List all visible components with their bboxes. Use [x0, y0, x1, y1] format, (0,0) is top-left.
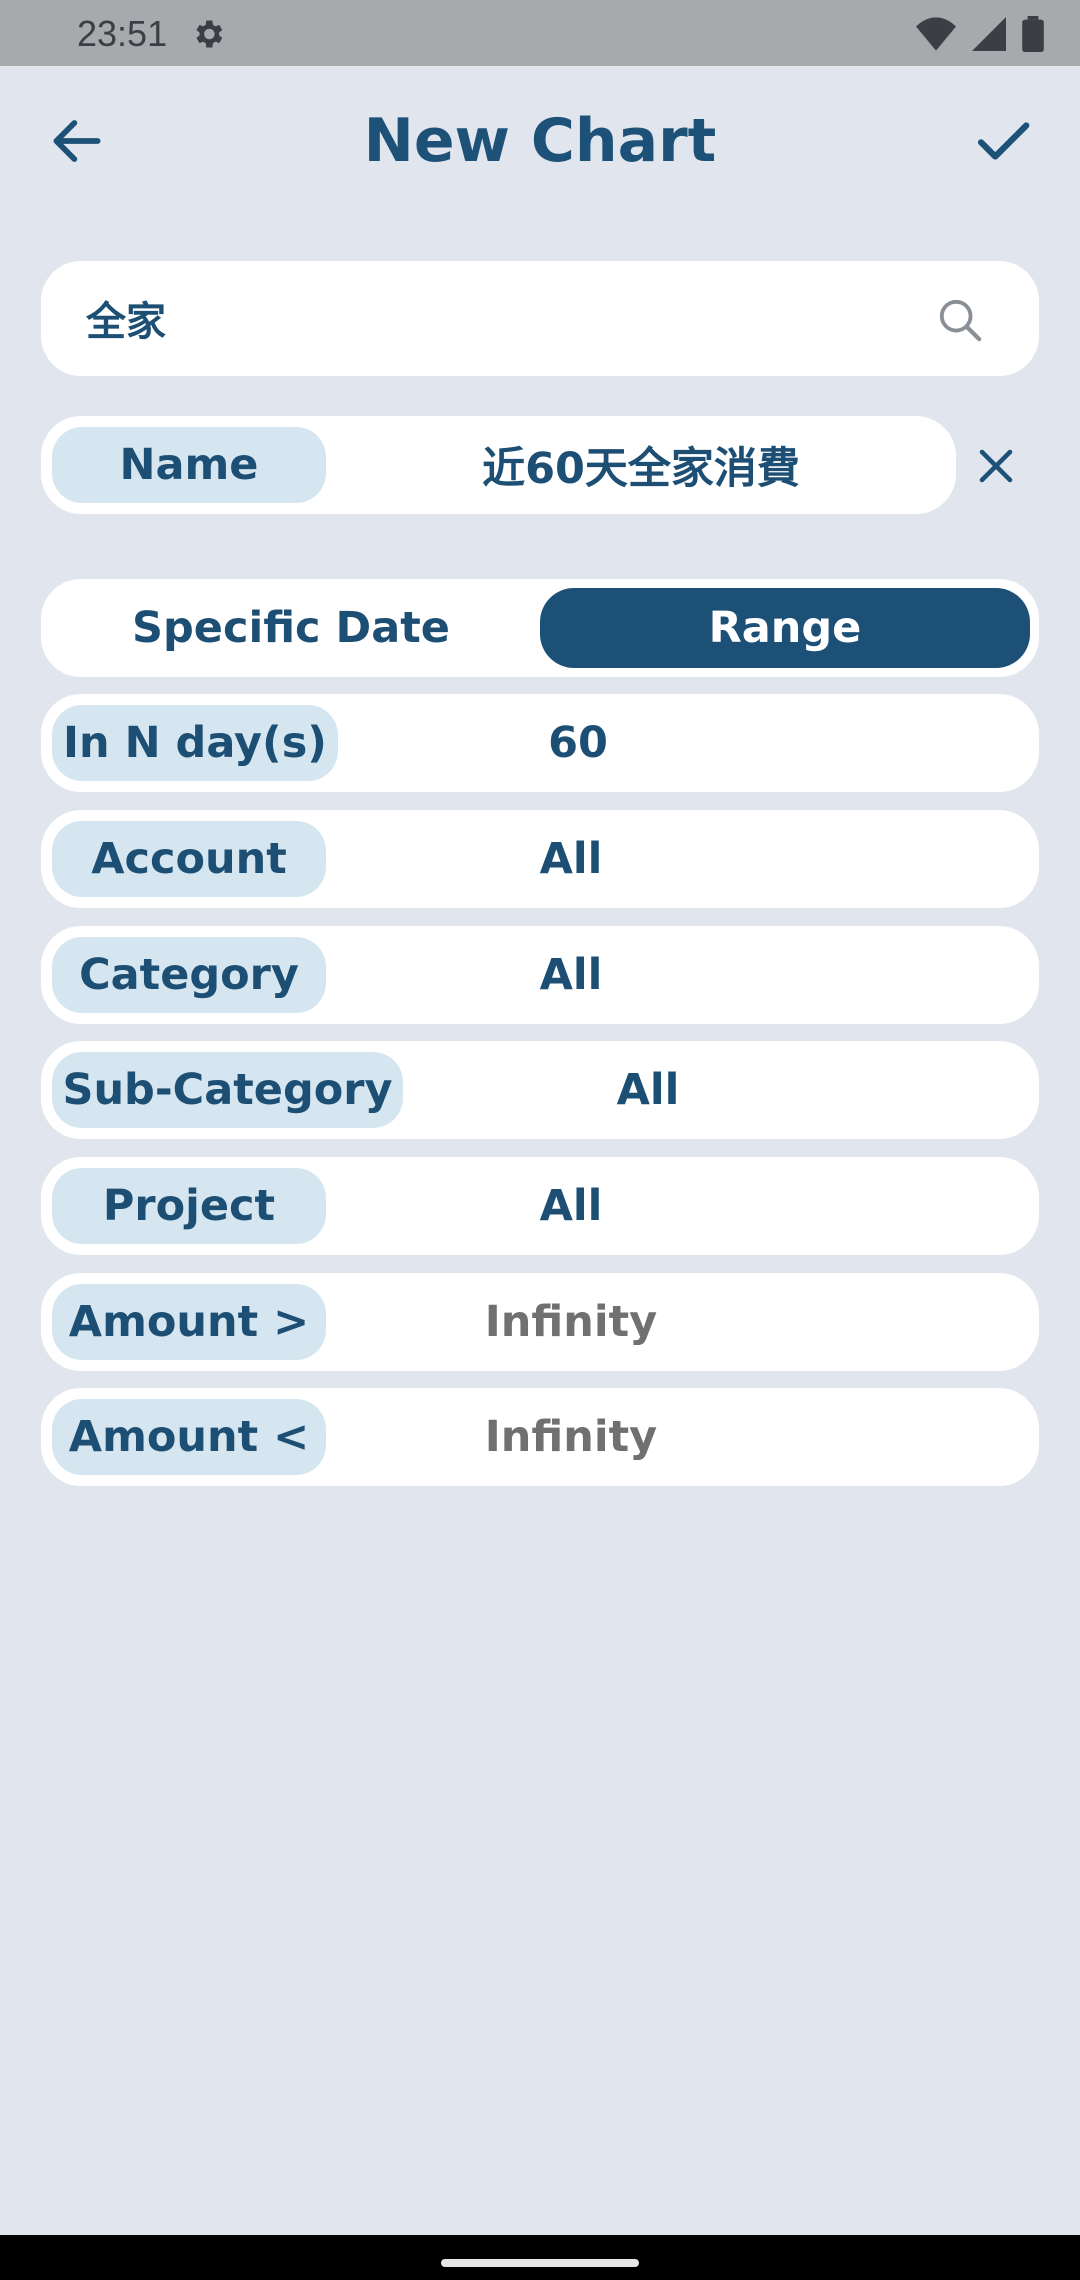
signal-icon: [972, 17, 1006, 51]
field-value[interactable]: All: [326, 810, 816, 908]
status-time: 23:51: [77, 13, 168, 54]
field-label: Project: [52, 1168, 326, 1244]
app-bar: New Chart: [0, 66, 1080, 216]
search-icon[interactable]: [937, 297, 983, 343]
field-amount-less[interactable]: Amount < Infinity: [41, 1388, 1039, 1486]
check-icon[interactable]: [972, 110, 1034, 172]
home-handle[interactable]: [441, 2259, 639, 2267]
field-label: Sub-Category: [52, 1052, 403, 1128]
field-in-n-days[interactable]: In N day(s) 60: [41, 694, 1039, 792]
navigation-bar: [0, 2235, 1080, 2280]
field-amount-greater[interactable]: Amount > Infinity: [41, 1273, 1039, 1371]
date-mode-toggle: Specific Date Range: [41, 579, 1039, 677]
field-project[interactable]: Project All: [41, 1157, 1039, 1255]
tab-specific-date[interactable]: Specific Date: [41, 579, 541, 677]
field-account[interactable]: Account All: [41, 810, 1039, 908]
field-label: Amount <: [52, 1399, 326, 1475]
field-label: Account: [52, 821, 326, 897]
field-value[interactable]: All: [326, 1157, 816, 1255]
field-label: Category: [52, 937, 326, 1013]
name-label: Name: [52, 427, 326, 503]
field-value[interactable]: Infinity: [326, 1388, 816, 1486]
field-category[interactable]: Category All: [41, 926, 1039, 1024]
field-value[interactable]: All: [326, 926, 816, 1024]
field-sub-category[interactable]: Sub-Category All: [41, 1041, 1039, 1139]
field-label: Amount >: [52, 1284, 326, 1360]
field-label: In N day(s): [52, 705, 338, 781]
name-field[interactable]: Name 近60天全家消費: [41, 416, 956, 514]
close-icon[interactable]: [975, 445, 1017, 487]
wifi-icon: [916, 17, 956, 51]
field-value[interactable]: Infinity: [326, 1273, 816, 1371]
battery-icon: [1022, 16, 1044, 52]
search-input[interactable]: 全家: [41, 261, 1039, 376]
field-value[interactable]: All: [403, 1041, 893, 1139]
name-value[interactable]: 近60天全家消費: [326, 416, 956, 514]
gear-icon: [196, 20, 223, 48]
search-input-value: 全家: [86, 299, 166, 345]
tab-range[interactable]: Range: [540, 588, 1030, 668]
page-title: New Chart: [363, 106, 717, 176]
status-bar: 23:51: [0, 0, 1080, 66]
field-value[interactable]: 60: [338, 694, 818, 792]
